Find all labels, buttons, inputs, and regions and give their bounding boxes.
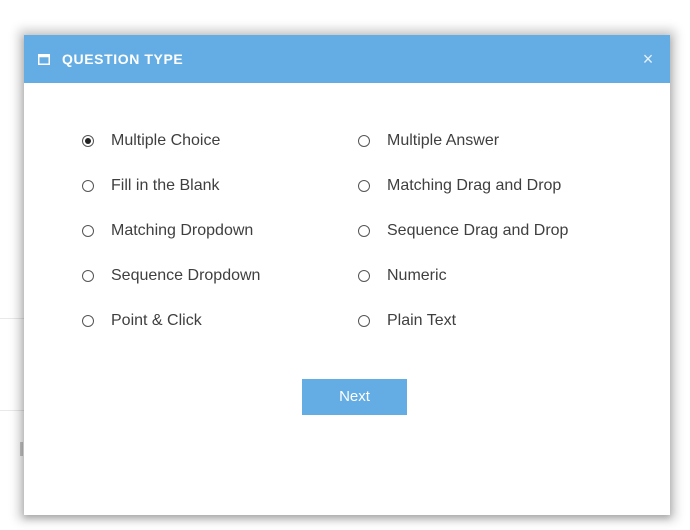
background-divider (0, 410, 24, 411)
radio-button[interactable] (82, 270, 94, 282)
radio-button[interactable] (358, 135, 370, 147)
option-point-and-click[interactable]: Point & Click (82, 311, 202, 331)
option-matching-dropdown[interactable]: Matching Dropdown (82, 221, 253, 241)
background-divider (0, 318, 24, 319)
radio-button[interactable] (82, 180, 94, 192)
question-type-dialog: QUESTION TYPE × Multiple Choice Multiple… (24, 35, 670, 515)
option-matching-drag-and-drop[interactable]: Matching Drag and Drop (358, 176, 561, 196)
option-fill-in-the-blank[interactable]: Fill in the Blank (82, 176, 220, 196)
option-sequence-dropdown[interactable]: Sequence Dropdown (82, 266, 260, 286)
option-label: Sequence Dropdown (111, 267, 261, 284)
radio-button[interactable] (358, 225, 370, 237)
option-label: Sequence Drag and Drop (387, 222, 569, 239)
option-label: Numeric (387, 267, 447, 284)
option-label: Multiple Choice (111, 132, 221, 149)
radio-button[interactable] (358, 270, 370, 282)
window-icon (38, 52, 50, 65)
dialog-title: QUESTION TYPE (62, 51, 184, 67)
option-label: Matching Drag and Drop (387, 177, 562, 194)
radio-button[interactable] (82, 225, 94, 237)
radio-button[interactable] (358, 180, 370, 192)
radio-button-checked[interactable] (82, 135, 94, 147)
option-plain-text[interactable]: Plain Text (358, 311, 456, 331)
option-label: Matching Dropdown (111, 222, 254, 239)
option-label: Multiple Answer (387, 132, 500, 149)
question-type-options: Multiple Choice Multiple Answer Fill in … (24, 83, 670, 329)
option-label: Point & Click (111, 312, 202, 329)
option-label: Fill in the Blank (111, 177, 220, 194)
option-multiple-choice[interactable]: Multiple Choice (82, 131, 220, 151)
radio-button[interactable] (358, 315, 370, 327)
radio-button[interactable] (82, 315, 94, 327)
dialog-header: QUESTION TYPE × (24, 35, 670, 83)
option-multiple-answer[interactable]: Multiple Answer (358, 131, 499, 151)
next-button[interactable]: Next (302, 379, 407, 415)
option-numeric[interactable]: Numeric (358, 266, 447, 286)
background-text-fragment (20, 442, 23, 456)
close-button[interactable]: × (640, 49, 656, 69)
option-label: Plain Text (387, 312, 457, 329)
option-sequence-drag-and-drop[interactable]: Sequence Drag and Drop (358, 221, 568, 241)
